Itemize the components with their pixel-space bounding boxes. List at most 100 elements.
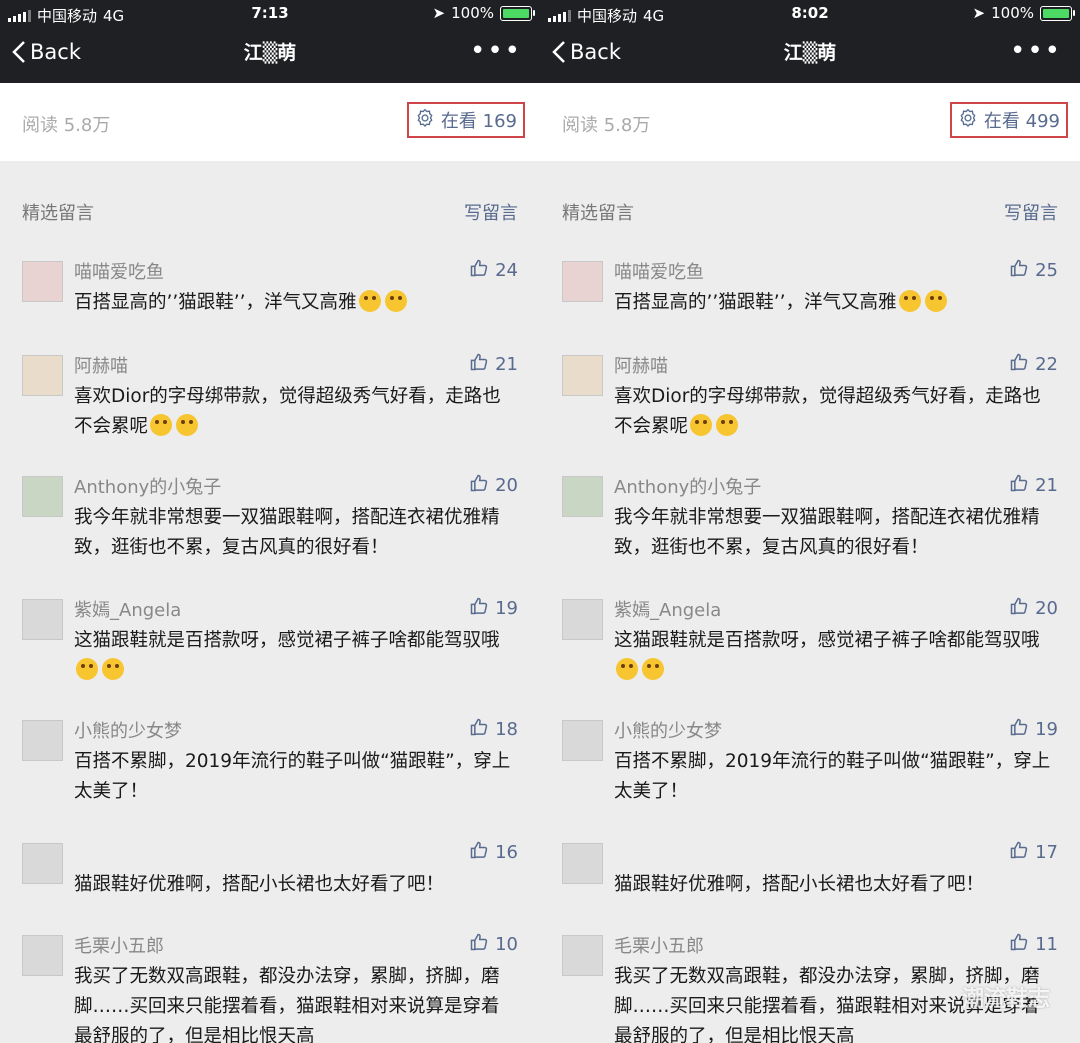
comment-author[interactable]: 小熊的少女梦	[614, 717, 722, 743]
like-button[interactable]: 20	[469, 473, 518, 498]
comment-text: 百搭不累脚，2019年流行的鞋子叫做“猫跟鞋”，穿上太美了！	[74, 747, 514, 807]
battery-percent: 100%	[991, 4, 1034, 22]
comments-header: 精选留言 写留言	[540, 196, 1080, 226]
comment-author[interactable]: Anthony的小兔子	[74, 473, 221, 499]
panel-after: 中国移动 4G 8:02 ➤ 100% Back 江▒萌 ••• 阅读 5.8万…	[540, 0, 1080, 1043]
comment-text-content: 我今年就非常想要一双猫跟鞋啊，搭配连衣裙优雅精致，逛街也不累，复古风真的很好看！	[614, 507, 1040, 558]
featured-comments-label: 精选留言	[562, 203, 634, 224]
more-icon[interactable]: •••	[1010, 38, 1062, 64]
like-button[interactable]: 19	[1009, 717, 1058, 742]
like-count: 24	[495, 260, 518, 281]
avatar[interactable]	[22, 720, 63, 761]
watching-button[interactable]: 在看 169	[406, 102, 525, 138]
like-button[interactable]: 24	[469, 258, 518, 283]
comments-header: 精选留言 写留言	[0, 196, 540, 226]
more-icon[interactable]: •••	[470, 38, 522, 64]
avatar[interactable]	[562, 599, 603, 640]
comment-author[interactable]: Anthony的小兔子	[614, 473, 761, 499]
comment-author[interactable]: 喵喵爱吃鱼	[614, 258, 704, 284]
watching-icon	[958, 108, 978, 133]
like-button[interactable]: 10	[469, 932, 518, 957]
comment-text-content: 猫跟鞋好优雅啊，搭配小长裙也太好看了吧！	[614, 874, 985, 895]
comment-item: 紫嫣_Angela 19 这猫跟鞋就是百搭款呀，感觉裙子裤子啥都能驾驭哦	[0, 596, 540, 686]
comment-text: 猫跟鞋好优雅啊，搭配小长裙也太好看了吧！	[614, 870, 1054, 900]
like-button[interactable]: 18	[469, 717, 518, 742]
comment-item: 阿赫喵 22 喜欢Dior的字母绑带款，觉得超级秀气好看，走路也不会累呢	[540, 352, 1080, 442]
avatar[interactable]	[562, 355, 603, 396]
like-count: 10	[495, 934, 518, 955]
like-count: 21	[1035, 475, 1058, 496]
avatar[interactable]	[562, 935, 603, 976]
like-button[interactable]: 21	[1009, 473, 1058, 498]
comment-author[interactable]: 紫嫣_Angela	[74, 596, 181, 622]
comment-item: Anthony的小兔子 21 我今年就非常想要一双猫跟鞋啊，搭配连衣裙优雅精致，…	[540, 473, 1080, 563]
comment-item: 小熊的少女梦 19 百搭不累脚，2019年流行的鞋子叫做“猫跟鞋”，穿上太美了！	[540, 717, 1080, 807]
avatar[interactable]	[562, 720, 603, 761]
comment-author[interactable]: 阿赫喵	[614, 352, 668, 378]
avatar[interactable]	[22, 935, 63, 976]
like-button[interactable]: 25	[1009, 258, 1058, 283]
thumbs-up-icon	[1009, 932, 1029, 957]
avatar[interactable]	[562, 261, 603, 302]
comment-author[interactable]: 阿赫喵	[74, 352, 128, 378]
status-right: ➤ 100%	[973, 4, 1075, 22]
like-button[interactable]: 17	[1009, 840, 1058, 865]
panel-before: 中国移动 4G 7:13 ➤ 100% Back 江▒萌 ••• 阅读 5.8万…	[0, 0, 540, 1043]
thumbs-up-icon	[469, 932, 489, 957]
comment-author[interactable]: 紫嫣_Angela	[614, 596, 721, 622]
comment-item: 16 猫跟鞋好优雅啊，搭配小长裙也太好看了吧！	[0, 840, 540, 900]
emoji-icon	[76, 658, 98, 680]
avatar[interactable]	[22, 843, 63, 884]
comment-text: 百搭显高的’’猫跟鞋’’，洋气又高雅	[74, 288, 514, 318]
comment-text-content: 百搭不累脚，2019年流行的鞋子叫做“猫跟鞋”，穿上太美了！	[614, 751, 1051, 802]
like-count: 19	[495, 598, 518, 619]
comment-author[interactable]: 毛栗小五郎	[74, 932, 164, 958]
comment-item: Anthony的小兔子 20 我今年就非常想要一双猫跟鞋啊，搭配连衣裙优雅精致，…	[0, 473, 540, 563]
comment-author[interactable]: 毛栗小五郎	[614, 932, 704, 958]
comment-item: 喵喵爱吃鱼 25 百搭显高的’’猫跟鞋’’，洋气又高雅	[540, 258, 1080, 318]
write-comment-button[interactable]: 写留言	[464, 199, 518, 225]
watching-count: 在看 499	[983, 111, 1060, 132]
write-comment-button[interactable]: 写留言	[1004, 199, 1058, 225]
avatar[interactable]	[22, 599, 63, 640]
comment-item: 17 猫跟鞋好优雅啊，搭配小长裙也太好看了吧！	[540, 840, 1080, 900]
comment-author[interactable]: 喵喵爱吃鱼	[74, 258, 164, 284]
read-count: 阅读 5.8万	[22, 115, 111, 136]
avatar[interactable]	[22, 476, 63, 517]
like-button[interactable]: 20	[1009, 596, 1058, 621]
comment-text: 这猫跟鞋就是百搭款呀，感觉裙子裤子啥都能驾驭哦	[614, 626, 1054, 686]
status-bar: 中国移动 4G 7:13 ➤ 100%	[0, 0, 540, 28]
like-count: 22	[1035, 354, 1058, 375]
avatar[interactable]	[562, 843, 603, 884]
comment-item: 毛栗小五郎 10 我买了无数双高跟鞋，都没办法穿，累脚，挤脚，磨脚……买回来只能…	[0, 932, 540, 1043]
emoji-icon	[924, 290, 947, 312]
comment-author[interactable]: 小熊的少女梦	[74, 717, 182, 743]
thumbs-up-icon	[1009, 840, 1029, 865]
comment-text-content: 我买了无数双高跟鞋，都没办法穿，累脚，挤脚，磨脚……买回来只能摆着看，猫跟鞋相对…	[74, 966, 500, 1043]
comment-text-content: 百搭显高的’’猫跟鞋’’，洋气又高雅	[614, 292, 897, 313]
page-title: 江▒萌	[783, 42, 837, 64]
battery-icon	[500, 5, 535, 21]
comment-text: 我买了无数双高跟鞋，都没办法穿，累脚，挤脚，磨脚……买回来只能摆着看，猫跟鞋相对…	[74, 962, 514, 1043]
like-button[interactable]: 16	[469, 840, 518, 865]
avatar[interactable]	[22, 261, 63, 302]
watching-button[interactable]: 在看 499	[949, 102, 1068, 138]
read-count: 阅读 5.8万	[562, 115, 651, 136]
emoji-icon	[690, 414, 713, 436]
like-button[interactable]: 22	[1009, 352, 1058, 377]
battery-percent: 100%	[451, 4, 494, 22]
thumbs-up-icon	[1009, 473, 1029, 498]
thumbs-up-icon	[469, 596, 489, 621]
avatar[interactable]	[22, 355, 63, 396]
like-button[interactable]: 21	[469, 352, 518, 377]
like-button[interactable]: 11	[1009, 932, 1058, 957]
location-icon: ➤	[432, 4, 446, 22]
thumbs-up-icon	[1009, 596, 1029, 621]
avatar[interactable]	[562, 476, 603, 517]
comment-item: 阿赫喵 21 喜欢Dior的字母绑带款，觉得超级秀气好看，走路也不会累呢	[0, 352, 540, 442]
like-button[interactable]: 19	[469, 596, 518, 621]
like-count: 20	[495, 475, 518, 496]
watching-count: 在看 169	[440, 111, 517, 132]
comment-text-content: 这猫跟鞋就是百搭款呀，感觉裙子裤子啥都能驾驭哦	[614, 630, 1040, 651]
nav-bar: Back 江▒萌 •••	[540, 28, 1080, 83]
